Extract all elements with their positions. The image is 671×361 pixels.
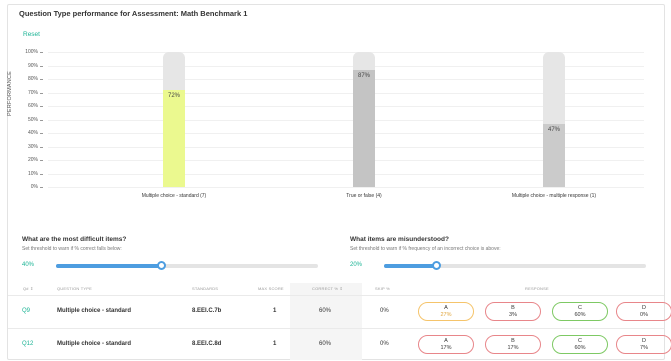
misunderstood-items-heading: What items are misunderstood?	[350, 236, 449, 243]
choice-letter: B	[511, 338, 515, 344]
y-tick-label: 90%	[2, 63, 43, 69]
y-tick-label: 30%	[2, 144, 43, 150]
response-choice-a[interactable]: A 27%	[418, 302, 474, 321]
choice-percent: 17%	[507, 345, 519, 351]
col-header-q[interactable]: Q# ⇕	[23, 286, 34, 291]
choice-percent: 60%	[574, 312, 586, 318]
slider-fill	[56, 264, 161, 268]
y-tick-label: 80%	[2, 76, 43, 82]
choice-letter: C	[578, 338, 582, 344]
misunderstood-threshold-value: 20%	[350, 262, 363, 268]
slider-handle[interactable]	[156, 261, 166, 270]
bar-value-label: 87%	[357, 72, 370, 79]
x-category-label: True or false (4)	[346, 193, 382, 199]
question-type: Multiple choice - standard	[57, 341, 132, 347]
choice-letter: C	[578, 305, 582, 311]
response-choice-b[interactable]: B 3%	[485, 302, 541, 321]
max-score: 1	[273, 308, 277, 314]
divider	[8, 295, 664, 296]
choice-letter: B	[511, 305, 515, 311]
choice-percent: 0%	[640, 312, 648, 318]
slider-fill	[384, 264, 437, 268]
choice-letter: D	[642, 338, 646, 344]
skip-percent: 0%	[380, 308, 389, 314]
y-tick-label: 70%	[2, 90, 43, 96]
response-choice-b[interactable]: B 17%	[485, 335, 541, 354]
max-score: 1	[273, 341, 277, 347]
response-choice-d[interactable]: D 7%	[616, 335, 671, 354]
difficult-items-subtitle: Set threshold to warn if % correct falls…	[22, 246, 122, 252]
response-choice-a[interactable]: A 17%	[418, 335, 474, 354]
bar-value-label: 47%	[547, 126, 560, 133]
choice-percent: 7%	[640, 345, 648, 351]
y-tick-label: 50%	[2, 117, 43, 123]
correct-percent: 60%	[319, 308, 332, 314]
question-number-link[interactable]: Q12	[22, 341, 33, 347]
x-category-label: Multiple choice - multiple response (1)	[511, 193, 597, 199]
difficult-items-heading: What are the most difficult items?	[22, 236, 127, 243]
col-header-max-score: MAX SCORE	[258, 286, 284, 291]
bar[interactable]	[543, 123, 565, 187]
skip-percent: 0%	[380, 341, 389, 347]
bar[interactable]	[353, 69, 375, 187]
y-tick-label: 10%	[2, 171, 43, 177]
performance-chart: PERFORMANCE 100% 90% 80% 70% 60% 50% 40% 30% 20%…	[0, 0, 671, 215]
y-tick-label: 0%	[2, 184, 43, 190]
choice-letter: D	[642, 305, 646, 311]
divider	[8, 328, 664, 329]
choice-percent: 27%	[440, 312, 452, 318]
y-tick-label: 20%	[2, 157, 43, 163]
col-header-response: RESPONSE	[525, 286, 549, 291]
col-header-standards: STANDARDS	[192, 286, 219, 291]
response-choice-c[interactable]: C 60%	[552, 335, 608, 354]
gridline	[48, 187, 644, 188]
response-choice-d[interactable]: D 0%	[616, 302, 671, 321]
y-tick-label: 100%	[2, 49, 43, 55]
difficult-threshold-value: 40%	[22, 262, 35, 268]
bar[interactable]	[163, 89, 185, 187]
col-header-correct[interactable]: CORRECT % ⇕	[312, 286, 343, 291]
response-choice-c[interactable]: C 60%	[552, 302, 608, 321]
choice-letter: A	[444, 305, 448, 311]
standard-code: 8.EEI.C.7b	[192, 308, 222, 314]
question-number-link[interactable]: Q9	[22, 308, 30, 314]
choice-percent: 17%	[440, 345, 452, 351]
col-header-skip: SKIP %	[375, 286, 390, 291]
bar-value-label: 72%	[167, 92, 180, 99]
choice-letter: A	[444, 338, 448, 344]
y-tick-label: 60%	[2, 103, 43, 109]
misunderstood-items-subtitle: Set threshold to warn if % frequency of …	[350, 246, 501, 252]
col-header-type: QUESTION TYPE	[57, 286, 92, 291]
standard-code: 8.EEI.C.8d	[192, 341, 222, 347]
choice-percent: 3%	[509, 312, 517, 318]
correct-percent: 60%	[319, 341, 332, 347]
choice-percent: 60%	[574, 345, 586, 351]
x-category-label: Multiple choice - standard (7)	[141, 193, 207, 199]
question-type: Multiple choice - standard	[57, 308, 132, 314]
y-tick-label: 40%	[2, 130, 43, 136]
